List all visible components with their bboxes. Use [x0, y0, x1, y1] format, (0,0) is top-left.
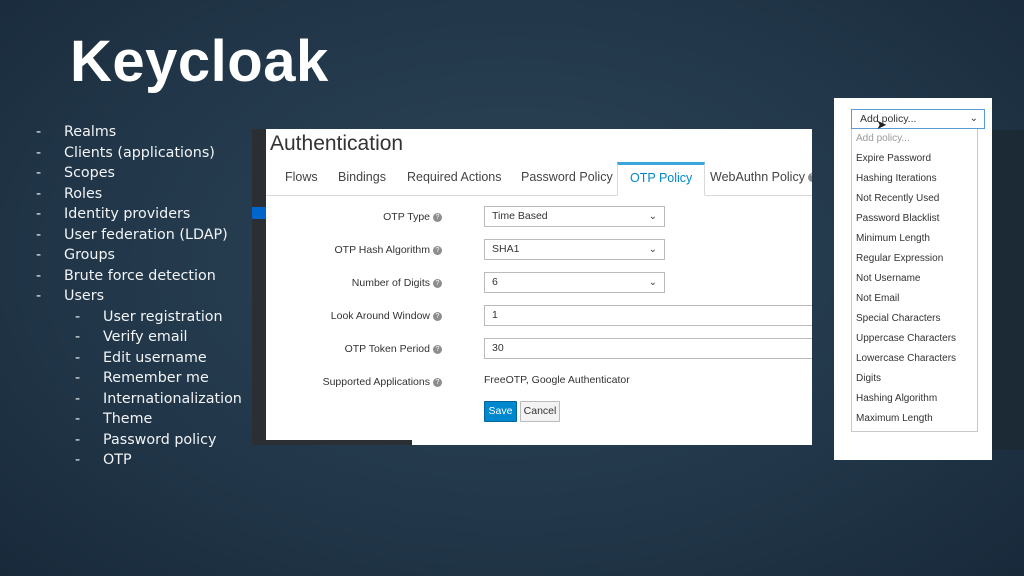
footer-strip: [252, 440, 412, 445]
add-policy-select[interactable]: Add policy... ⌄: [851, 109, 985, 129]
bullet-item: User federation (LDAP): [36, 225, 242, 246]
question-circle-icon: ?: [433, 344, 442, 354]
digits-value: 6: [492, 276, 498, 288]
look-around-label-text: Look Around Window: [330, 310, 430, 322]
save-button[interactable]: Save: [484, 401, 517, 422]
otp-type-label: OTP Type?: [252, 211, 442, 223]
tab-otp-policy[interactable]: OTP Policy: [617, 162, 706, 196]
question-circle-icon: ?: [433, 212, 442, 222]
policy-option[interactable]: Digits: [852, 369, 977, 389]
tab-bar: Flows Bindings Required Actions Password…: [266, 162, 812, 196]
sub-bullet-item: Verify email: [36, 327, 242, 348]
sub-bullet-item: Theme: [36, 409, 242, 430]
policy-option[interactable]: Lowercase Characters: [852, 349, 977, 369]
policy-option[interactable]: Add policy...: [852, 129, 977, 149]
bullet-item: Roles: [36, 184, 242, 205]
bullet-item: Clients (applications): [36, 143, 242, 164]
tab-webauthn-label: WebAuthn Policy: [710, 170, 805, 184]
chevron-down-icon: ⌄: [648, 211, 657, 222]
cancel-button[interactable]: Cancel: [520, 401, 560, 422]
chevron-down-icon: ⌄: [969, 113, 978, 124]
sub-bullet-item: OTP: [36, 450, 242, 471]
bullet-item: Identity providers: [36, 204, 242, 225]
slide-title: Keycloak: [70, 29, 329, 94]
policy-option[interactable]: Uppercase Characters: [852, 329, 977, 349]
sub-bullet-item: User registration: [36, 307, 242, 328]
background-edge: [990, 130, 1024, 450]
policy-option[interactable]: Hashing Algorithm: [852, 389, 977, 409]
sub-bullet-item: Internationalization: [36, 389, 242, 410]
policy-option[interactable]: Not Recently Used: [852, 189, 977, 209]
chevron-down-icon: ⌄: [648, 244, 657, 255]
policy-option[interactable]: Expire Password: [852, 149, 977, 169]
question-circle-icon: ?: [433, 311, 442, 321]
tab-bindings[interactable]: Bindings: [336, 162, 388, 196]
policy-option[interactable]: Regular Expression: [852, 249, 977, 269]
page-title: Authentication: [270, 132, 404, 155]
tab-password-policy[interactable]: Password Policy: [519, 162, 615, 196]
policy-option[interactable]: Minimum Length: [852, 229, 977, 249]
look-around-input[interactable]: 1: [484, 305, 812, 326]
question-circle-icon: ?: [807, 173, 812, 183]
add-policy-selected: Add policy...: [860, 113, 917, 125]
look-around-label: Look Around Window?: [252, 310, 442, 322]
policy-options-list: Add policy... Expire Password Hashing It…: [851, 129, 978, 432]
supported-apps-value: FreeOTP, Google Authenticator: [484, 374, 630, 386]
bullet-item: Users: [36, 286, 242, 307]
mouse-pointer-icon: ➤: [876, 117, 887, 132]
policy-option[interactable]: Maximum Length: [852, 409, 977, 429]
tab-webauthn-policy[interactable]: WebAuthn Policy?: [708, 162, 812, 196]
tab-flows[interactable]: Flows: [283, 162, 320, 196]
bullet-item: Groups: [36, 245, 242, 266]
sub-bullet-item: Remember me: [36, 368, 242, 389]
supported-apps-label: Supported Applications?: [252, 376, 442, 388]
bullet-item: Realms: [36, 122, 242, 143]
token-period-input[interactable]: 30: [484, 338, 812, 359]
chevron-down-icon: ⌄: [648, 277, 657, 288]
token-period-label: OTP Token Period?: [252, 343, 442, 355]
question-circle-icon: ?: [433, 278, 442, 288]
sub-bullet-item: Password policy: [36, 430, 242, 451]
hash-algorithm-label: OTP Hash Algorithm?: [252, 244, 442, 256]
question-circle-icon: ?: [433, 245, 442, 255]
hash-algorithm-label-text: OTP Hash Algorithm: [334, 244, 430, 256]
digits-select[interactable]: 6 ⌄: [484, 272, 665, 293]
sub-bullet-item: Edit username: [36, 348, 242, 369]
tab-required-actions[interactable]: Required Actions: [405, 162, 504, 196]
policy-option[interactable]: Not Username: [852, 269, 977, 289]
supported-apps-label-text: Supported Applications: [322, 376, 430, 388]
feature-list: Realms Clients (applications) Scopes Rol…: [36, 122, 242, 471]
otp-type-value: Time Based: [492, 210, 548, 222]
hash-algorithm-select[interactable]: SHA1 ⌄: [484, 239, 665, 260]
digits-label-text: Number of Digits: [351, 277, 430, 289]
otp-type-label-text: OTP Type: [383, 211, 430, 223]
policy-option[interactable]: Not Email: [852, 289, 977, 309]
policy-dropdown-panel: Add policy... ⌄ Add policy... Expire Pas…: [834, 98, 992, 460]
digits-label: Number of Digits?: [252, 277, 442, 289]
bullet-item: Brute force detection: [36, 266, 242, 287]
otp-type-select[interactable]: Time Based ⌄: [484, 206, 665, 227]
policy-option[interactable]: Special Characters: [852, 309, 977, 329]
authentication-screenshot: Authentication Flows Bindings Required A…: [252, 129, 812, 445]
policy-option[interactable]: Password Blacklist: [852, 209, 977, 229]
policy-option[interactable]: Hashing Iterations: [852, 169, 977, 189]
hash-algorithm-value: SHA1: [492, 243, 520, 255]
question-circle-icon: ?: [433, 377, 442, 387]
bullet-item: Scopes: [36, 163, 242, 184]
token-period-label-text: OTP Token Period: [344, 343, 430, 355]
